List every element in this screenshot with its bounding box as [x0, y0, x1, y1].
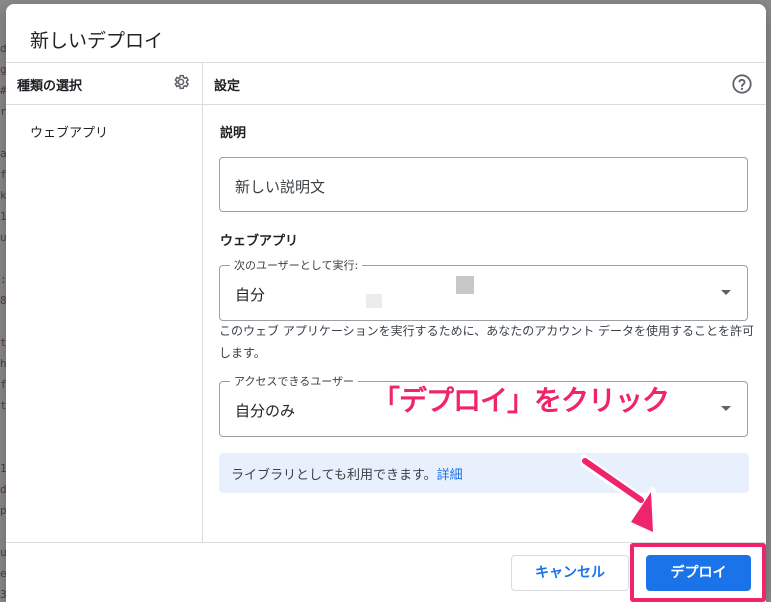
execute-as-select[interactable]: 次のユーザーとして実行: 自分	[219, 257, 748, 321]
execute-as-value: 自分	[235, 286, 266, 304]
description-label: 説明	[220, 126, 247, 141]
webapp-section-label: ウェブアプリ	[220, 234, 299, 249]
chevron-down-icon	[721, 406, 731, 411]
click-deploy-annotation: 「デプロイ」をクリック	[372, 384, 670, 417]
library-info-message: ライブラリとしても利用できます。	[231, 468, 437, 483]
help-icon[interactable]	[731, 73, 753, 95]
library-info-text: ライブラリとしても利用できます。詳細	[231, 464, 463, 483]
execute-as-legend: 次のユーザーとして実行:	[230, 257, 363, 273]
gear-icon[interactable]	[172, 73, 190, 91]
cancel-button[interactable]: キャンセル	[511, 555, 629, 591]
panel-divider	[202, 62, 203, 542]
description-input[interactable]: 新しい説明文	[219, 157, 748, 212]
redacted-block	[456, 276, 474, 294]
access-legend: アクセスできるユーザー	[230, 373, 359, 389]
access-value: 自分のみ	[235, 402, 296, 420]
settings-header: 設定	[214, 79, 241, 94]
deploy-button[interactable]: デプロイ	[646, 555, 751, 591]
description-input-value: 新しい説明文	[235, 178, 326, 196]
redacted-block	[366, 294, 382, 308]
chevron-down-icon	[721, 290, 731, 295]
new-deployment-dialog: 新しいデプロイ 種類の選択 ウェブアプリ 設定 説明 新しい説明文 ウェブアプリ…	[6, 4, 766, 602]
annotation-arrow	[581, 454, 656, 537]
execute-as-note: このウェブ アプリケーションを実行するために、あなたのアカウント データを使用す…	[219, 324, 755, 360]
header-divider-right	[203, 104, 766, 105]
details-link[interactable]: 詳細	[437, 468, 463, 483]
type-selection-header: 種類の選択	[17, 79, 83, 94]
title-divider	[6, 62, 766, 63]
dialog-title: 新しいデプロイ	[30, 30, 164, 52]
type-item-webapp[interactable]: ウェブアプリ	[30, 122, 108, 141]
header-divider-left	[6, 104, 202, 105]
